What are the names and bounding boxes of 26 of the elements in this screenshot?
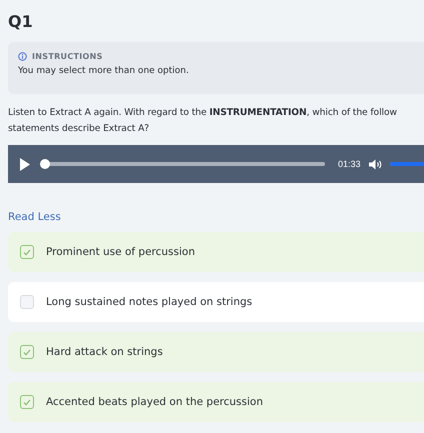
checkbox[interactable]	[20, 245, 34, 259]
option-label: Long sustained notes played on strings	[46, 296, 252, 308]
option-label: Hard attack on strings	[46, 346, 163, 358]
check-icon	[23, 248, 31, 256]
read-less-link[interactable]: Read Less	[8, 211, 61, 223]
time-readout: 01:33	[338, 159, 361, 169]
answer-option[interactable]: Long sustained notes played on strings	[8, 282, 424, 322]
checkbox[interactable]	[20, 345, 34, 359]
question-text: Listen to Extract A again. With regard to the INSTRUMENTATION, which of the follow	[8, 106, 398, 119]
question-text: statements describe Extract A?	[8, 122, 150, 135]
play-icon[interactable]	[20, 158, 30, 170]
instructions-text: You may select more than one option.	[18, 66, 190, 76]
checkbox[interactable]	[20, 395, 34, 409]
instructions-label: INSTRUCTIONS	[32, 52, 103, 61]
answer-option[interactable]: Hard attack on strings	[8, 332, 424, 372]
checkbox[interactable]	[20, 295, 34, 309]
answer-option[interactable]: Accented beats played on the percussion	[8, 382, 424, 422]
check-icon	[23, 348, 31, 356]
option-label: Accented beats played on the percussion	[46, 396, 263, 408]
progress-thumb[interactable]	[40, 159, 50, 169]
question-title: Q1	[8, 10, 34, 32]
volume-icon[interactable]	[368, 158, 382, 170]
check-icon	[23, 398, 31, 406]
option-label: Prominent use of percussion	[46, 246, 195, 258]
info-icon	[18, 52, 27, 61]
answer-option[interactable]: Prominent use of percussion	[8, 232, 424, 272]
